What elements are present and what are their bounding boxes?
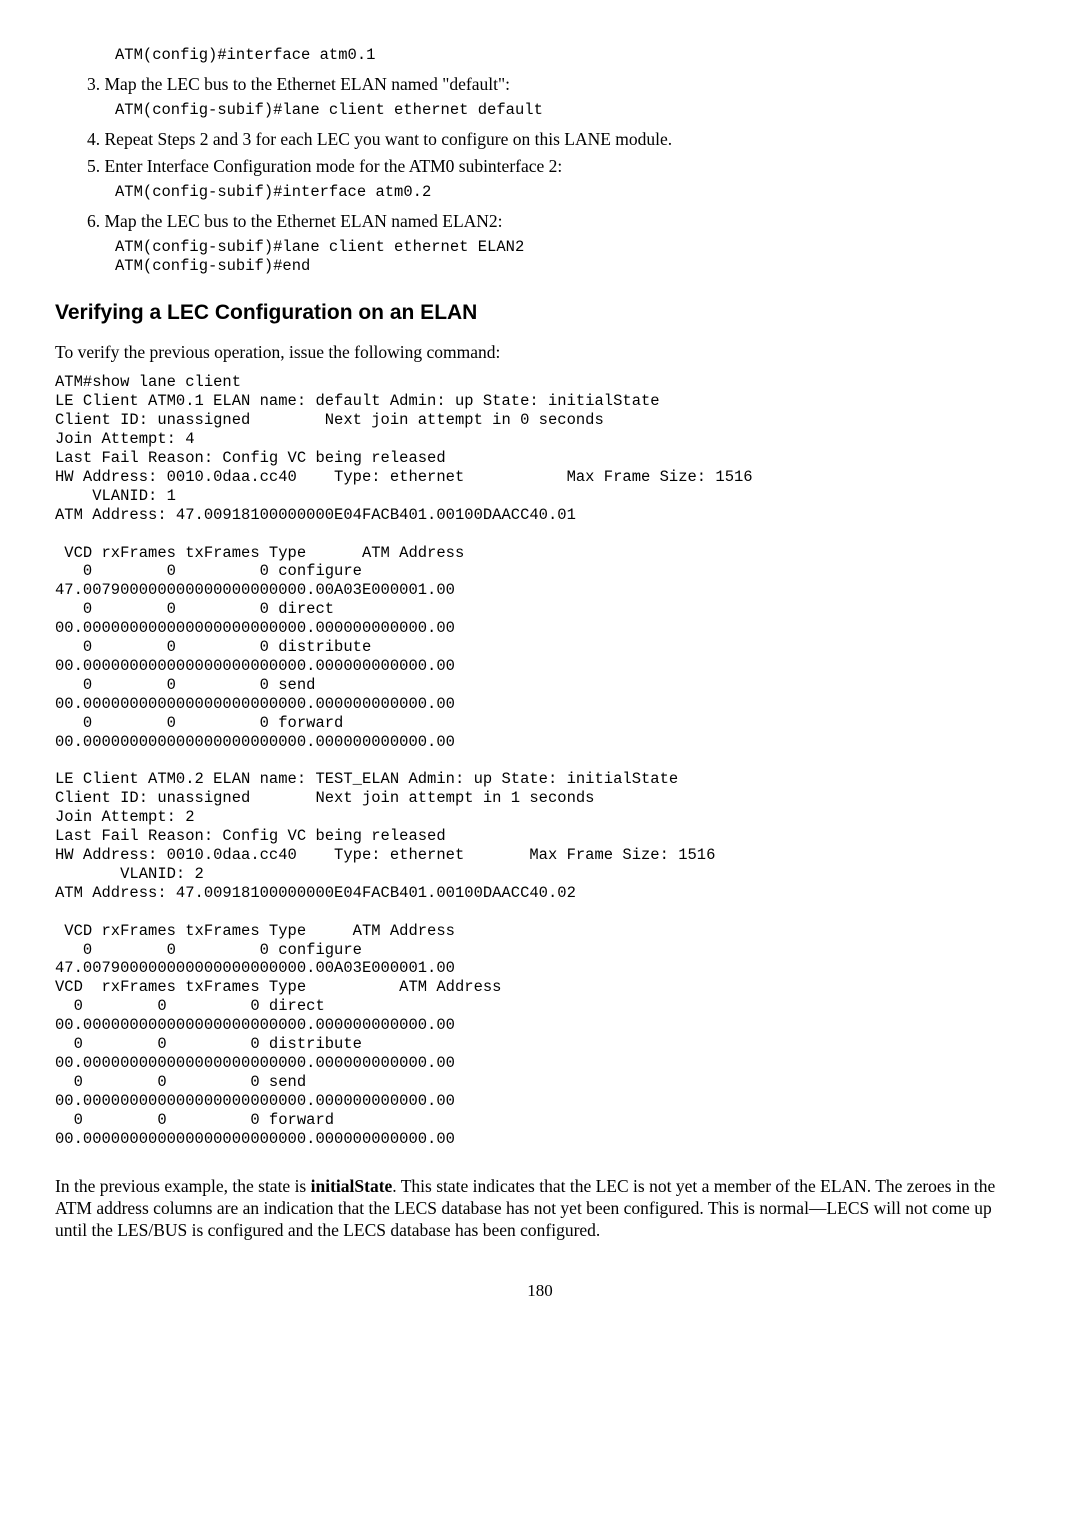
conclusion-pre: In the previous example, the state is (55, 1176, 311, 1196)
step5-text: Enter Interface Configuration mode for t… (105, 156, 563, 176)
step3-text: Map the LEC bus to the Ethernet ELAN nam… (105, 74, 511, 94)
step4-text: Repeat Steps 2 and 3 for each LEC you wa… (105, 129, 673, 149)
step5-code: ATM(config-subif)#interface atm0.2 (55, 183, 1025, 202)
step3-code: ATM(config-subif)#lane client ethernet d… (55, 101, 1025, 120)
page-number: 180 (55, 1280, 1025, 1302)
conclusion-paragraph: In the previous example, the state is in… (55, 1175, 1025, 1242)
cli-output: ATM#show lane client LE Client ATM0.1 EL… (55, 373, 1025, 1148)
intro-paragraph: To verify the previous operation, issue … (55, 341, 1025, 363)
step-6: 6. Map the LEC bus to the Ethernet ELAN … (87, 210, 1025, 232)
conclusion-bold: initialState (311, 1176, 393, 1196)
step2-code: ATM(config)#interface atm0.1 (55, 46, 1025, 65)
step6-text: Map the LEC bus to the Ethernet ELAN nam… (105, 211, 503, 231)
step-5: 5. Enter Interface Configuration mode fo… (87, 155, 1025, 177)
step6-code: ATM(config-subif)#lane client ethernet E… (55, 238, 1025, 276)
step-3: 3. Map the LEC bus to the Ethernet ELAN … (87, 73, 1025, 95)
step-4: 4. Repeat Steps 2 and 3 for each LEC you… (87, 128, 1025, 150)
section-heading: Verifying a LEC Configuration on an ELAN (55, 300, 1025, 327)
